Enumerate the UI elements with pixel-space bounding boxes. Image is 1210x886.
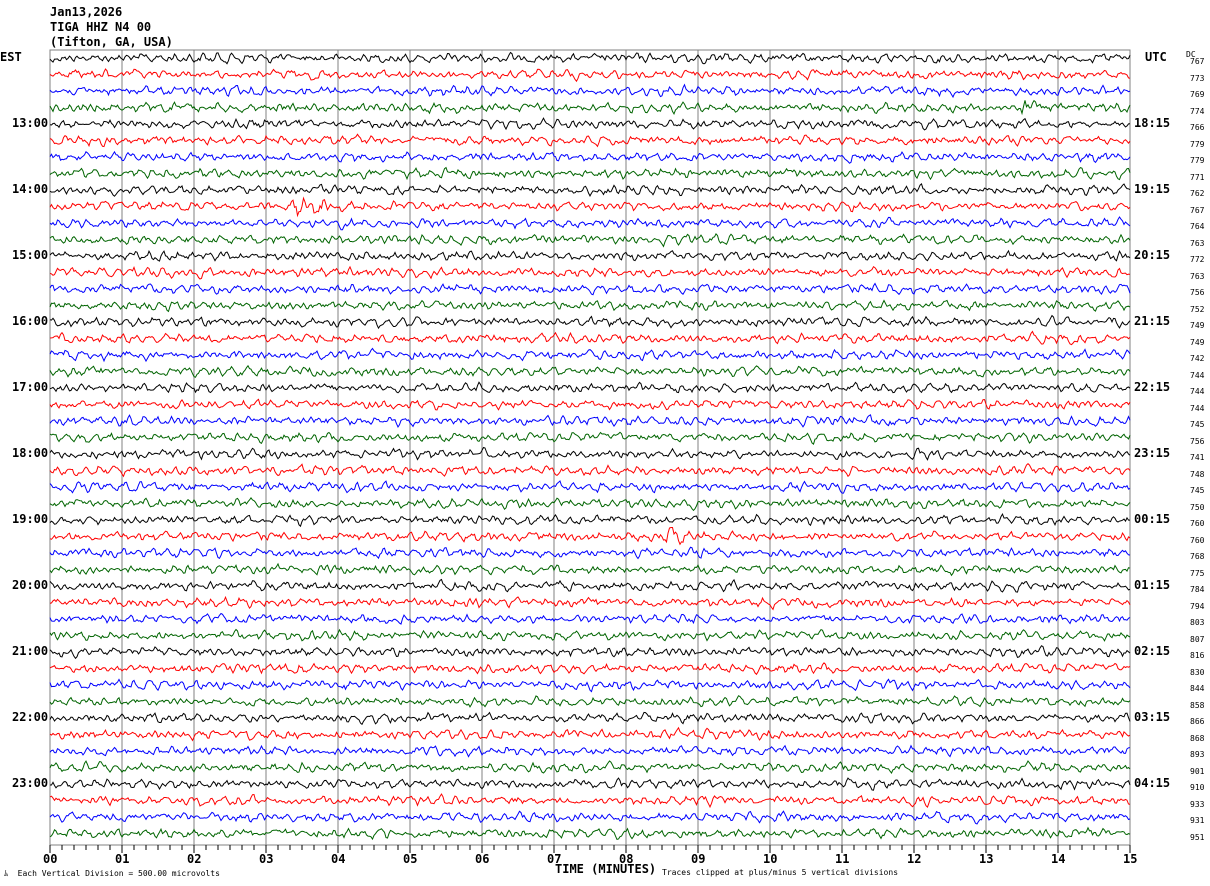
trace-row-46 <box>49 810 1131 825</box>
trace-row-29 <box>49 527 1131 546</box>
trace-row-13 <box>49 265 1131 280</box>
trace-row-47 <box>49 826 1131 841</box>
trace-row-43 <box>49 760 1131 774</box>
trace-row-22 <box>49 414 1131 429</box>
trace-row-8 <box>49 183 1131 197</box>
trace-row-2 <box>49 83 1131 99</box>
trace-row-24 <box>49 446 1131 461</box>
trace-row-41 <box>49 726 1131 742</box>
trace-row-42 <box>49 744 1131 758</box>
trace-row-21 <box>49 398 1131 411</box>
trace-row-4 <box>49 117 1131 131</box>
trace-row-27 <box>49 497 1131 512</box>
trace-row-17 <box>49 330 1131 346</box>
trace-row-14 <box>49 282 1131 296</box>
trace-row-19 <box>49 364 1131 378</box>
trace-row-23 <box>49 431 1131 445</box>
trace-row-5 <box>49 133 1131 148</box>
helicorder-plot <box>49 49 1131 853</box>
trace-row-12 <box>49 249 1131 262</box>
trace-row-39 <box>49 695 1131 708</box>
trace-row-11 <box>49 233 1131 248</box>
trace-row-35 <box>49 628 1131 642</box>
trace-row-16 <box>49 314 1131 330</box>
trace-row-6 <box>49 150 1131 164</box>
trace-row-18 <box>49 347 1131 363</box>
trace-row-28 <box>49 512 1130 528</box>
scale-note-text: Each Vertical Division = 500.00 microvol… <box>17 869 220 878</box>
scale-icon: ﾑ <box>4 869 8 878</box>
trace-row-33 <box>49 595 1131 611</box>
x-axis-title: TIME (MINUTES) <box>555 862 657 876</box>
trace-row-15 <box>49 299 1131 313</box>
trace-row-45 <box>49 793 1131 809</box>
trace-row-40 <box>49 711 1131 726</box>
trace-row-9 <box>49 196 1131 218</box>
trace-row-38 <box>49 678 1131 693</box>
trace-row-10 <box>49 216 1131 231</box>
trace-row-36 <box>49 645 1131 660</box>
trace-row-30 <box>49 546 1131 560</box>
trace-row-1 <box>49 68 1131 83</box>
trace-row-7 <box>49 166 1131 181</box>
trace-row-25 <box>49 463 1131 478</box>
trace-row-34 <box>49 612 1131 625</box>
scale-note: ﾑ Each Vertical Division = 500.00 microv… <box>4 868 220 879</box>
trace-row-31 <box>49 562 1131 577</box>
trace-row-32 <box>49 578 1131 593</box>
trace-row-44 <box>50 777 1131 791</box>
trace-row-26 <box>49 480 1131 494</box>
trace-row-3 <box>49 99 1131 116</box>
trace-row-20 <box>49 381 1131 394</box>
plot-frame <box>49 49 1131 846</box>
clip-note: Traces clipped at plus/minus 5 vertical … <box>662 868 899 877</box>
trace-row-37 <box>49 662 1131 676</box>
trace-row-0 <box>49 51 1131 65</box>
